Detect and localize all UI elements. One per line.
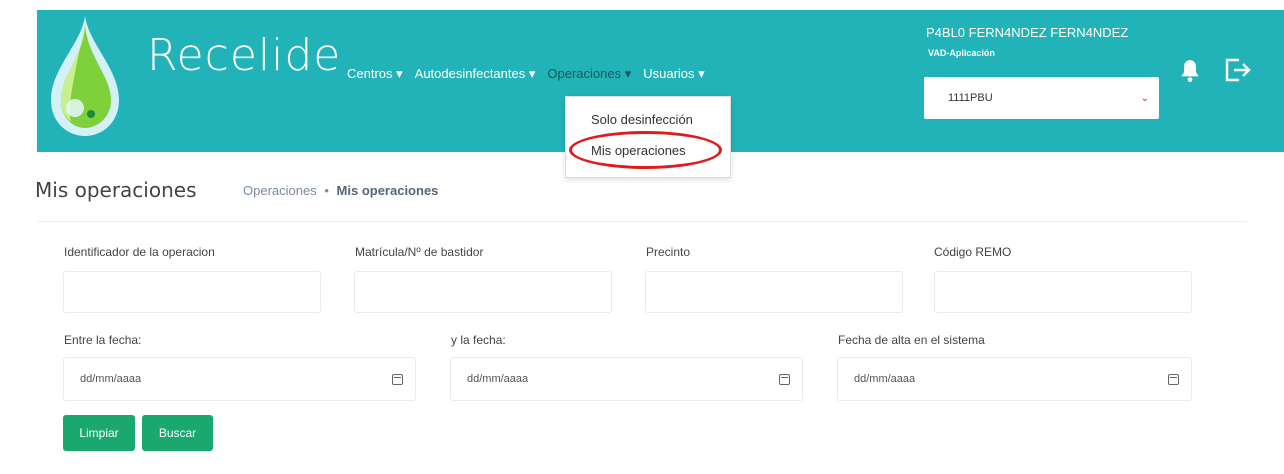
- date-created-placeholder: dd/mm/aaaa: [854, 373, 916, 385]
- date-created-input[interactable]: dd/mm/aaaa: [837, 357, 1192, 401]
- main-nav: Centros ▾ Autodesinfectantes ▾ Operacion…: [341, 66, 711, 82]
- logout-icon[interactable]: [1223, 56, 1253, 84]
- seal-input[interactable]: [645, 271, 903, 313]
- vehicle-select-value: 1111PBU: [948, 92, 993, 104]
- chevron-down-icon: ⌄: [1140, 92, 1149, 104]
- calendar-icon[interactable]: [1168, 373, 1179, 385]
- plate-label: Matrícula/Nº de bastidor: [355, 245, 484, 259]
- user-name: P4BL0 FERN4NDEZ FERN4NDEZ: [926, 25, 1129, 40]
- nav-autodesinfectantes[interactable]: Autodesinfectantes ▾: [409, 66, 542, 82]
- calendar-icon[interactable]: [392, 373, 403, 385]
- nav-operaciones[interactable]: Operaciones ▾: [541, 66, 637, 82]
- date-to-label: y la fecha:: [451, 333, 506, 347]
- bell-icon[interactable]: [1177, 58, 1203, 84]
- user-role: VAD-Aplicación: [928, 48, 995, 58]
- plate-input[interactable]: [354, 271, 612, 313]
- operation-id-input[interactable]: [63, 271, 321, 313]
- breadcrumb: Operaciones • Mis operaciones: [243, 183, 438, 198]
- remo-input[interactable]: [934, 271, 1192, 313]
- breadcrumb-current: Mis operaciones: [336, 183, 439, 198]
- date-to-input[interactable]: dd/mm/aaaa: [450, 357, 803, 401]
- date-from-input[interactable]: dd/mm/aaaa: [63, 357, 416, 401]
- search-button[interactable]: Buscar: [142, 415, 213, 451]
- vehicle-select[interactable]: 1111PBU ⌄: [924, 77, 1159, 119]
- clear-button[interactable]: Limpiar: [63, 415, 135, 451]
- calendar-icon[interactable]: [779, 373, 790, 385]
- seal-label: Precinto: [646, 245, 691, 259]
- divider: [37, 221, 1247, 222]
- date-created-label: Fecha de alta en el sistema: [838, 333, 985, 347]
- breadcrumb-separator: •: [324, 183, 329, 198]
- drop-logo: [51, 16, 119, 136]
- nav-centros[interactable]: Centros ▾: [341, 66, 409, 82]
- operation-id-label: Identificador de la operacion: [64, 245, 215, 259]
- menu-item-solo-desinfeccion[interactable]: Solo desinfección: [591, 112, 693, 127]
- date-from-label: Entre la fecha:: [64, 333, 142, 347]
- date-to-placeholder: dd/mm/aaaa: [467, 373, 529, 385]
- nav-usuarios[interactable]: Usuarios ▾: [637, 66, 710, 82]
- remo-label: Código REMO: [934, 245, 1012, 259]
- red-highlight-ellipse: [569, 131, 722, 169]
- page-title: Mis operaciones: [35, 178, 197, 202]
- brand-name[interactable]: Recelide: [147, 30, 341, 81]
- date-from-placeholder: dd/mm/aaaa: [80, 373, 142, 385]
- breadcrumb-parent[interactable]: Operaciones: [243, 183, 317, 198]
